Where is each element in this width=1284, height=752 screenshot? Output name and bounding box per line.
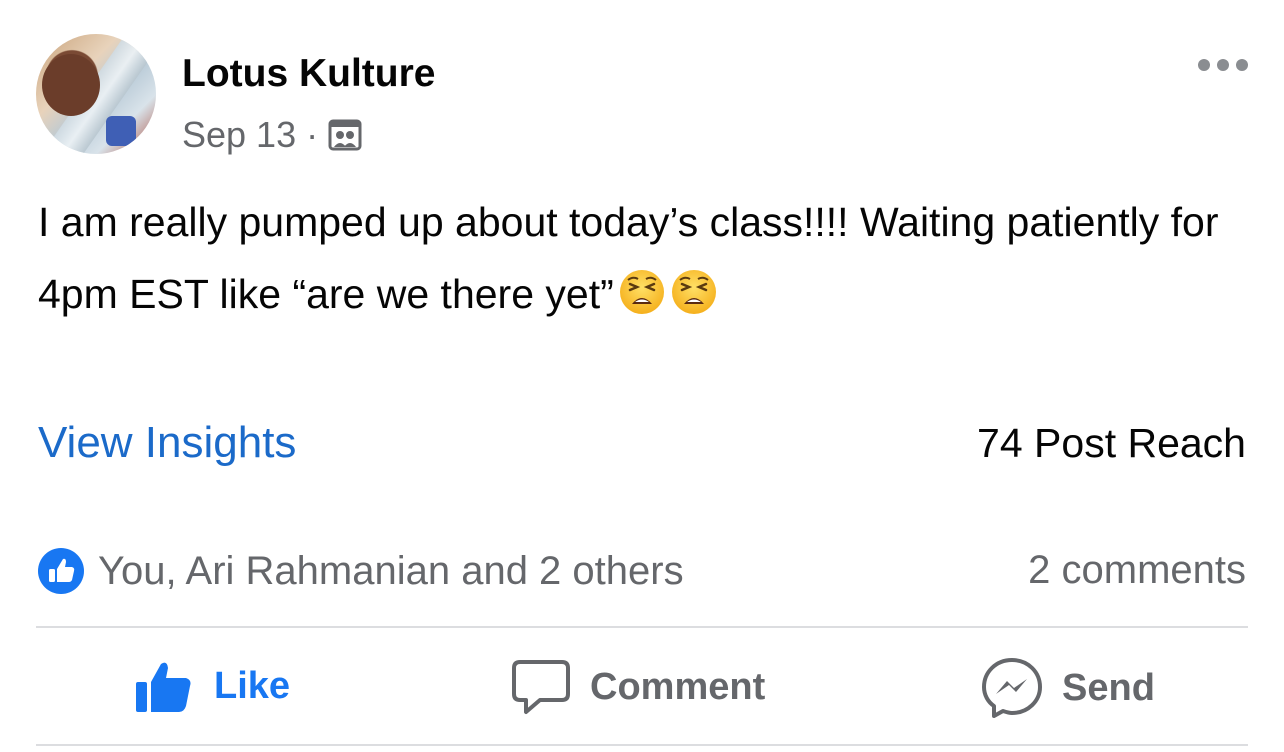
post-body: I am really pumped up about today’s clas… xyxy=(38,186,1238,330)
avatar[interactable] xyxy=(36,34,156,154)
more-options-button[interactable] xyxy=(1196,52,1250,78)
like-reaction-icon xyxy=(36,546,86,596)
post-reach: 74 Post Reach xyxy=(977,420,1246,466)
post-meta: Sep 13 · xyxy=(182,114,362,156)
post-date[interactable]: Sep 13 xyxy=(182,114,296,156)
thumbs-up-icon xyxy=(134,656,194,716)
weary-face-emoji-icon xyxy=(670,266,718,314)
weary-face-emoji-icon xyxy=(618,266,666,314)
more-dot-icon xyxy=(1217,59,1229,71)
like-label: Like xyxy=(214,664,291,707)
send-button[interactable]: Send xyxy=(980,656,1155,720)
more-dot-icon xyxy=(1236,59,1248,71)
page-name[interactable]: Lotus Kulture xyxy=(182,52,435,96)
like-button[interactable]: Like xyxy=(134,656,290,716)
post-card: Lotus Kulture Sep 13 · I am really pumpe… xyxy=(0,0,1284,752)
reactions-summary[interactable]: You, Ari Rahmanian and 2 others xyxy=(36,546,684,596)
reactions-text: You, Ari Rahmanian and 2 others xyxy=(98,548,684,593)
avatar-photo-detail xyxy=(106,116,136,146)
meta-separator: · xyxy=(306,114,319,155)
group-icon[interactable] xyxy=(328,118,362,152)
comment-label: Comment xyxy=(590,665,766,708)
avatar-photo-detail xyxy=(42,54,100,116)
messenger-icon xyxy=(980,656,1044,720)
divider xyxy=(36,744,1248,746)
comment-bubble-icon xyxy=(510,656,572,718)
send-label: Send xyxy=(1062,666,1155,709)
comment-button[interactable]: Comment xyxy=(510,656,765,718)
comments-count[interactable]: 2 comments xyxy=(1028,548,1246,593)
view-insights-link[interactable]: View Insights xyxy=(38,418,296,468)
divider xyxy=(36,626,1248,628)
more-dot-icon xyxy=(1198,59,1210,71)
